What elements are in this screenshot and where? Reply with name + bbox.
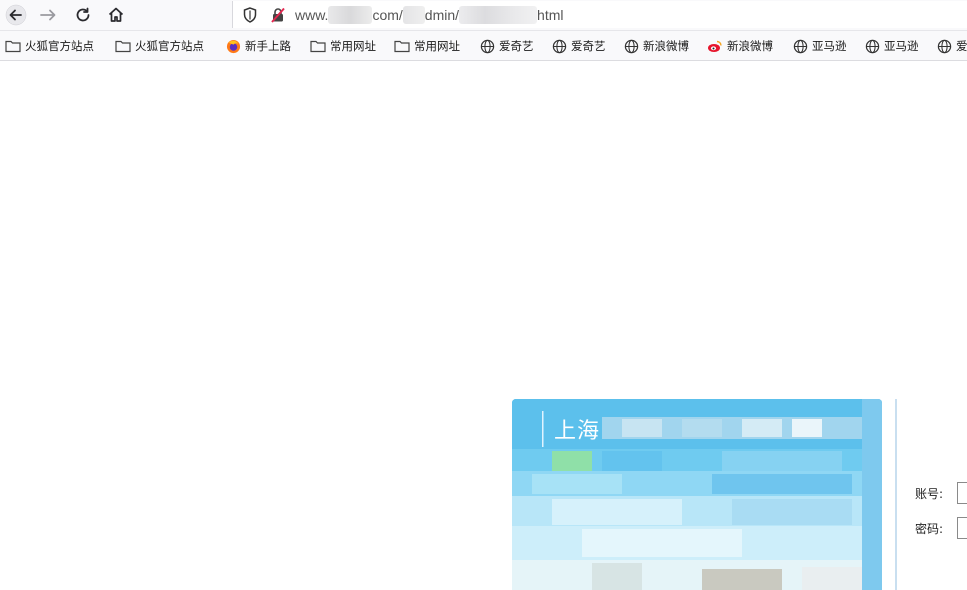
- globe-icon: [936, 38, 952, 54]
- redacted-block: [402, 6, 425, 24]
- redacted-block: [459, 6, 538, 24]
- bookmark-item[interactable]: 新浪微博: [623, 37, 689, 55]
- folder-icon: [310, 38, 326, 54]
- bookmark-item[interactable]: 火狐官方站点: [115, 37, 204, 55]
- url-part: dmin/: [424, 7, 460, 23]
- bookmark-item[interactable]: 新浪微博: [707, 37, 773, 55]
- bookmark-item[interactable]: 火狐官方站点: [5, 37, 94, 55]
- shield-icon[interactable]: [241, 6, 259, 24]
- panel-divider: [895, 399, 897, 590]
- back-button[interactable]: [4, 3, 28, 27]
- folder-icon: [394, 38, 410, 54]
- folder-icon: [115, 38, 131, 54]
- account-label: 账号:: [915, 487, 944, 501]
- bookmark-label: 火狐官方站点: [25, 39, 94, 53]
- firefox-icon: [225, 38, 241, 54]
- home-icon: [108, 7, 124, 22]
- redacted-block: [328, 6, 373, 24]
- url-suffix: html: [537, 7, 564, 23]
- url-text[interactable]: www. com/dmin/html: [295, 6, 563, 24]
- forward-arrow-icon: [40, 9, 56, 21]
- bookmark-item[interactable]: 爱奇艺: [479, 37, 534, 55]
- back-arrow-icon: [5, 4, 27, 26]
- banner-title: 上海: [554, 419, 601, 444]
- bookmark-label: 亚马逊: [884, 39, 919, 53]
- url-part: com/: [372, 7, 403, 23]
- bookmark-label: 常用网址: [414, 39, 460, 53]
- globe-icon: [623, 38, 639, 54]
- globe-icon: [479, 38, 495, 54]
- insecure-lock-icon[interactable]: [269, 6, 287, 24]
- globe-icon: [864, 38, 880, 54]
- password-label: 密码:: [915, 522, 944, 536]
- bookmarks-toolbar: 火狐官方站点 火狐官方站点 新手上路 常用网址 常用网址 爱奇艺 爱奇艺 新浪微…: [0, 31, 967, 61]
- reload-button[interactable]: [71, 3, 95, 27]
- bookmark-item[interactable]: 亚马逊: [792, 37, 847, 55]
- bookmark-item[interactable]: 亚马逊: [864, 37, 919, 55]
- folder-icon: [5, 38, 21, 54]
- browser-toolbar: www. com/dmin/html: [0, 0, 967, 31]
- page-content: 上海 账号: 密码:: [0, 61, 967, 590]
- password-input[interactable]: [957, 517, 967, 539]
- bookmark-item[interactable]: 新手上路: [225, 37, 291, 55]
- bookmark-item[interactable]: 爱奇艺: [551, 37, 606, 55]
- login-banner: 上海: [512, 399, 882, 590]
- address-bar[interactable]: www. com/dmin/html: [232, 1, 967, 28]
- bookmark-item[interactable]: 爱: [936, 37, 967, 55]
- home-button[interactable]: [104, 3, 128, 27]
- forward-button[interactable]: [36, 3, 60, 27]
- bookmark-label: 爱奇艺: [499, 39, 534, 53]
- bookmark-label: 亚马逊: [812, 39, 847, 53]
- reload-icon: [76, 7, 90, 22]
- bookmark-label: 火狐官方站点: [135, 39, 204, 53]
- bookmark-label: 新浪微博: [643, 39, 689, 53]
- url-prefix: www.: [295, 7, 329, 23]
- account-input[interactable]: [957, 482, 967, 504]
- bookmark-label: 常用网址: [330, 39, 376, 53]
- bookmark-item[interactable]: 常用网址: [310, 37, 376, 55]
- bookmark-label: 爱奇艺: [571, 39, 606, 53]
- weibo-icon: [707, 38, 723, 54]
- bookmark-label: 爱: [956, 39, 967, 53]
- bookmark-item[interactable]: 常用网址: [394, 37, 460, 55]
- bookmark-label: 新手上路: [245, 39, 291, 53]
- globe-icon: [792, 38, 808, 54]
- globe-icon: [551, 38, 567, 54]
- bookmark-label: 新浪微博: [727, 39, 773, 53]
